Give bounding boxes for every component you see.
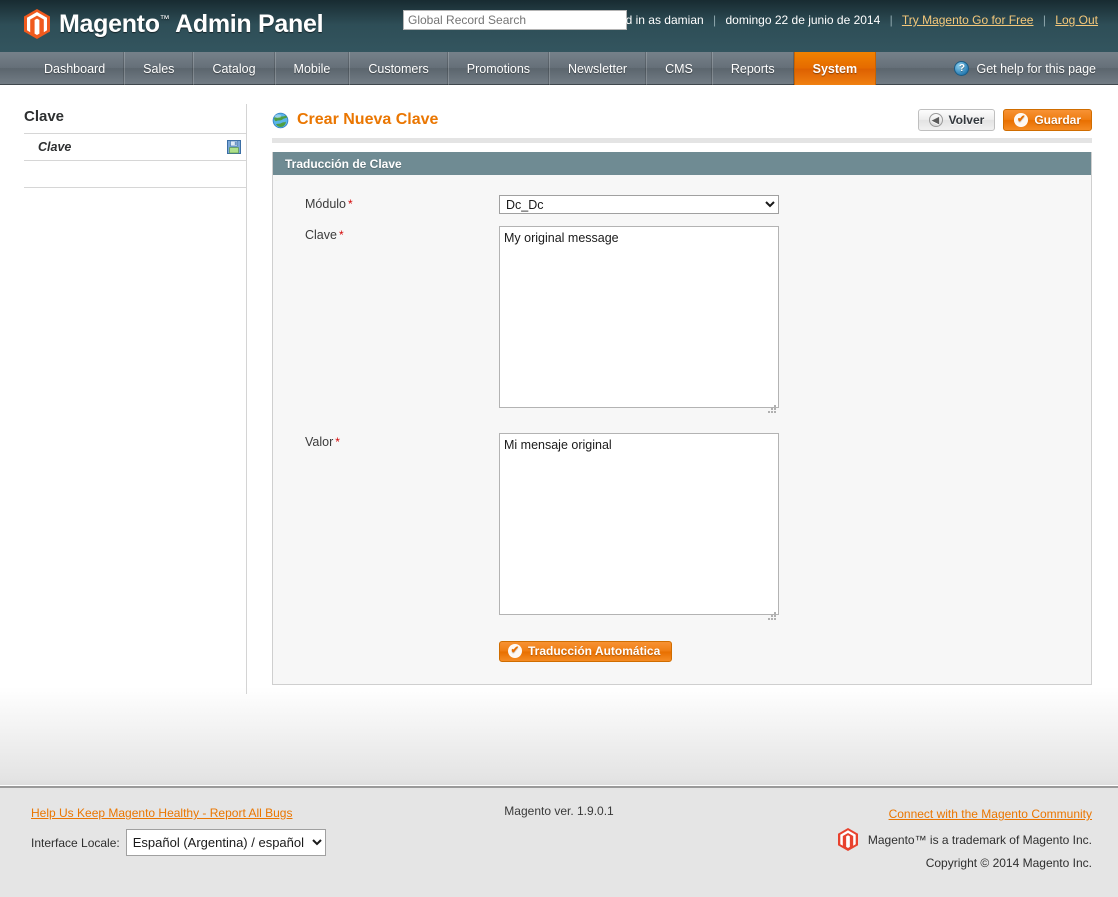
field-row-clave: Clave * My original message (273, 226, 1091, 413)
page-title: Crear Nueva Clave (297, 111, 439, 128)
field-row-module: Módulo * Dc_Dc (273, 195, 1091, 214)
nav-item-reports[interactable]: Reports (711, 52, 794, 85)
nav-item-promotions[interactable]: Promotions (447, 52, 550, 85)
interface-locale-select[interactable]: Español (Argentina) / español (Argentina… (125, 829, 326, 856)
logo-text: Magento™ Admin Panel (59, 9, 324, 38)
logged-in-label: Logged in as damian (592, 13, 704, 27)
valor-label-text: Valor (305, 435, 334, 449)
get-help-label: Get help for this page (976, 61, 1096, 76)
globe-icon (272, 112, 289, 129)
main-navigation: Dashboard Sales Catalog Mobile Customers… (0, 52, 1118, 85)
sidebar-item-clave[interactable]: Clave (24, 134, 247, 161)
app-header: Magento™ Admin Panel Logged in as damian… (0, 0, 1118, 52)
admin-page: Magento™ Admin Panel Logged in as damian… (0, 0, 1118, 897)
copyright-text: Copyright © 2014 Magento Inc. (925, 856, 1092, 870)
check-circle-icon: ✔ (1014, 113, 1029, 127)
meta-separator-1: | (713, 13, 717, 27)
module-control: Dc_Dc (499, 195, 1091, 214)
meta-separator-2: | (889, 13, 893, 27)
save-button[interactable]: ✔ Guardar (1003, 109, 1092, 131)
title-divider (272, 138, 1092, 143)
interface-locale-label: Interface Locale: (31, 835, 120, 850)
valor-control: Mi mensaje original (499, 433, 1091, 620)
clave-textarea[interactable]: My original message (499, 226, 779, 408)
trademark-text: Magento™ is a trademark of Magento Inc. (867, 832, 1092, 847)
sidebar-empty-row (24, 161, 247, 188)
get-help-link[interactable]: ? Get help for this page (954, 52, 1096, 85)
valor-label: Valor * (273, 433, 499, 620)
nav-item-newsletter[interactable]: Newsletter (549, 52, 647, 85)
auto-translate-label: Traducción Automática (528, 644, 661, 658)
back-arrow-icon: ◀ (928, 113, 943, 127)
sidebar: Clave Clave (24, 104, 247, 188)
save-disk-icon (227, 140, 241, 154)
back-button[interactable]: ◀ Volver (917, 109, 996, 131)
field-row-valor: Valor * Mi mensaje original (273, 433, 1091, 620)
auto-translate-button[interactable]: ✔ Traducción Automática (499, 640, 673, 662)
check-circle-icon: ✔ (508, 644, 522, 658)
auto-translate-row: ✔ Traducción Automática (273, 640, 1091, 662)
try-magento-go-link[interactable]: Try Magento Go for Free (902, 13, 1034, 27)
nav-item-cms[interactable]: CMS (646, 52, 712, 85)
required-marker: * (348, 197, 353, 211)
interface-locale-row: Interface Locale: Español (Argentina) / … (31, 829, 326, 856)
module-label: Módulo * (273, 195, 499, 214)
question-mark-icon: ? (954, 61, 970, 76)
trademark-row: Magento™ is a trademark of Magento Inc. (837, 828, 1092, 851)
back-button-label: Volver (948, 113, 985, 127)
module-select[interactable]: Dc_Dc (499, 195, 779, 214)
clave-label: Clave * (273, 226, 499, 413)
nav-item-sales[interactable]: Sales (124, 52, 194, 85)
module-label-text: Módulo (305, 197, 346, 211)
content-area: Crear Nueva Clave ◀ Volver ✔ Guardar Tra… (272, 104, 1092, 685)
clave-textarea-wrap: My original message (499, 226, 779, 413)
valor-textarea[interactable]: Mi mensaje original (499, 433, 779, 615)
panel-body: Módulo * Dc_Dc Clave * My original messa… (273, 175, 1091, 684)
save-button-label: Guardar (1034, 113, 1081, 127)
clave-label-text: Clave (305, 228, 337, 242)
page-footer: Help Us Keep Magento Healthy - Report Al… (0, 786, 1118, 897)
nav-item-system[interactable]: System (793, 52, 877, 85)
sidebar-item-label: Clave (38, 140, 72, 154)
page-title-wrap: Crear Nueva Clave (272, 111, 438, 129)
footer-right: Connect with the Magento Community Magen… (837, 804, 1092, 873)
valor-textarea-wrap: Mi mensaje original (499, 433, 779, 620)
community-link[interactable]: Connect with the Magento Community (889, 807, 1092, 821)
panel-title: Traducción de Clave (273, 152, 1091, 175)
log-out-link[interactable]: Log Out (1055, 13, 1098, 27)
meta-separator-3: | (1042, 13, 1046, 27)
sidebar-divider (246, 104, 247, 694)
nav-item-customers[interactable]: Customers (349, 52, 448, 85)
nav-items: Dashboard Sales Catalog Mobile Customers… (0, 52, 1118, 85)
nav-item-catalog[interactable]: Catalog (193, 52, 275, 85)
sidebar-title: Clave (24, 104, 247, 134)
page-action-buttons: ◀ Volver ✔ Guardar (917, 109, 1092, 131)
content-header: Crear Nueva Clave ◀ Volver ✔ Guardar (272, 104, 1092, 136)
logo[interactable]: Magento™ Admin Panel (24, 9, 324, 39)
nav-item-mobile[interactable]: Mobile (274, 52, 350, 85)
header-meta: Logged in as damian | domingo 22 de juni… (592, 13, 1098, 27)
current-date: domingo 22 de junio de 2014 (725, 13, 881, 27)
magento-logo-icon (837, 828, 858, 851)
clave-control: My original message (499, 226, 1091, 413)
translation-panel: Traducción de Clave Módulo * Dc_Dc Clave * (272, 152, 1092, 685)
required-marker: * (338, 228, 344, 242)
required-marker: * (335, 435, 340, 449)
magento-logo-icon (24, 9, 50, 39)
nav-item-dashboard[interactable]: Dashboard (26, 52, 125, 85)
